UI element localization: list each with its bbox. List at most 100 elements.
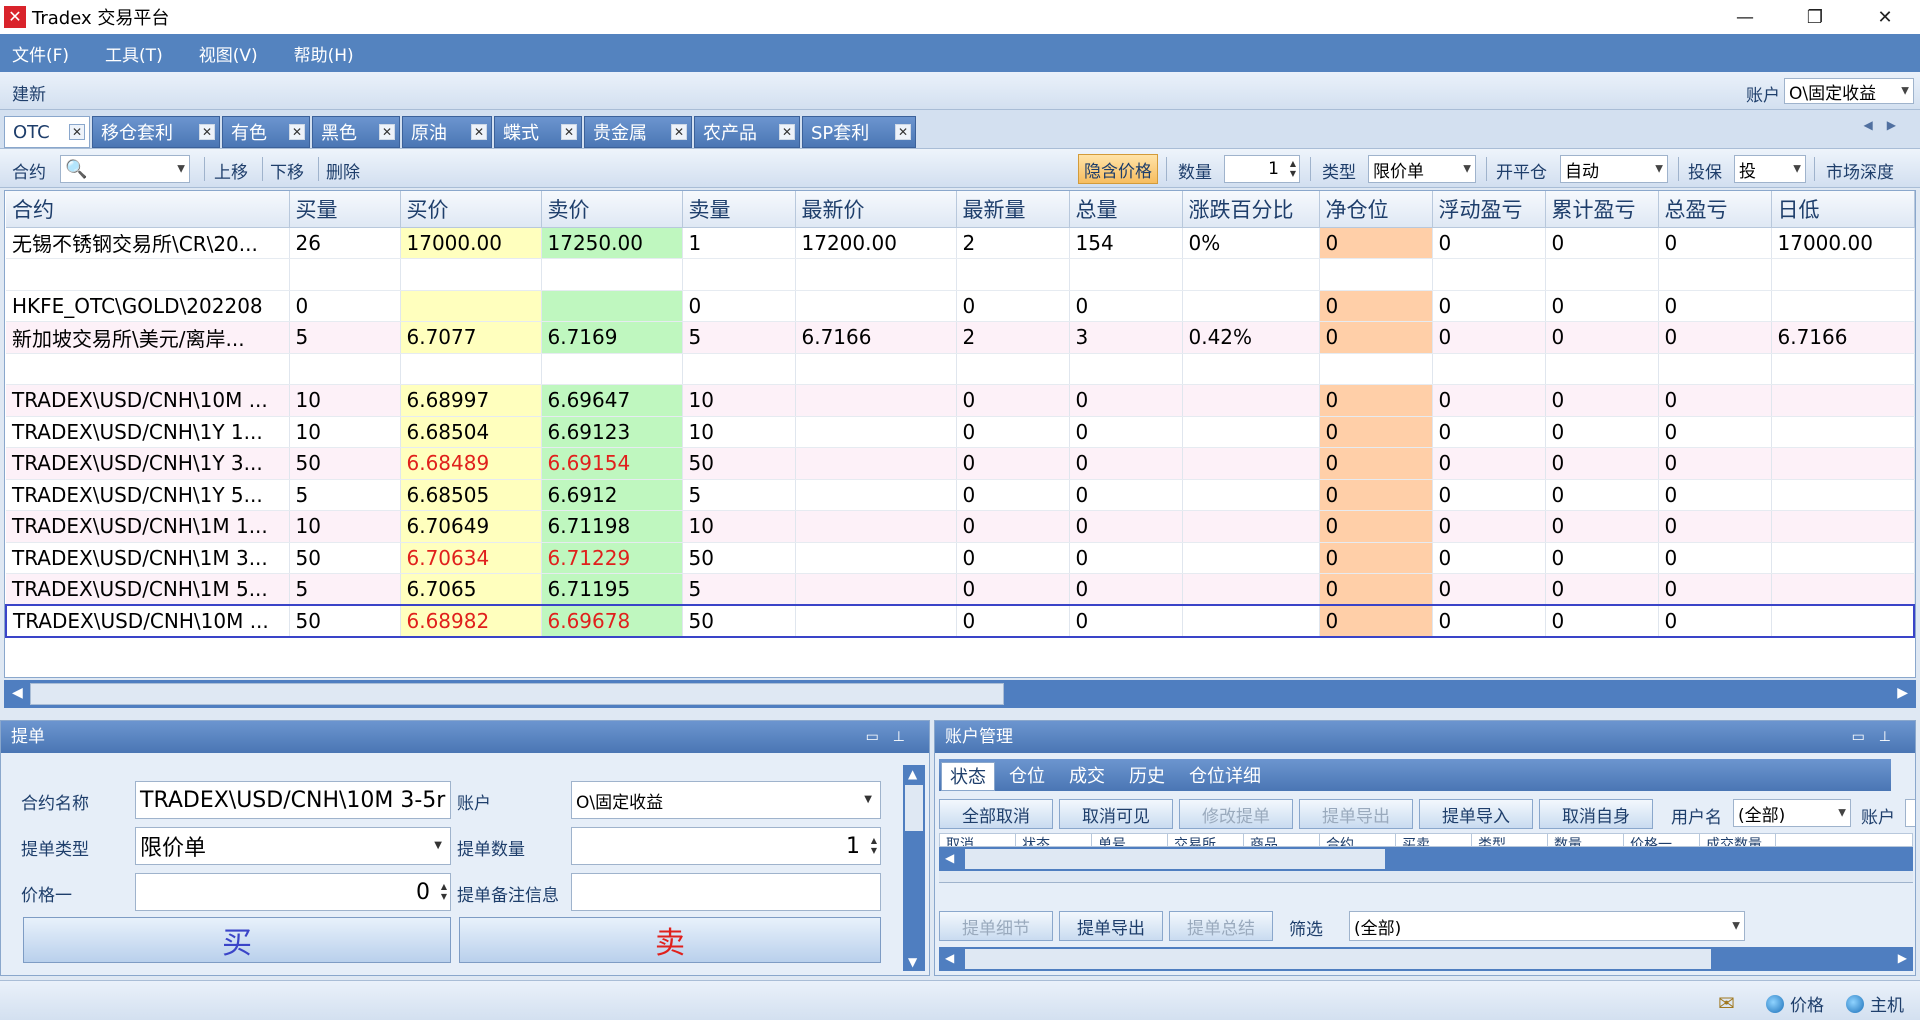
- orders-column-header[interactable]: 合约: [1320, 834, 1396, 846]
- table-row[interactable]: TRADEX\USD/CNH\1Y 5... 5 6.68505 6.6912 5 0 0 0…: [6, 479, 1915, 511]
- table-row[interactable]: TRADEX\USD/CNH\10M ... 50 6.68982 6.69678 50…: [5, 604, 1915, 638]
- column-header[interactable]: 合约: [6, 191, 290, 228]
- tab-roll-arbitrage[interactable]: 移仓套利 ✕: [92, 116, 220, 148]
- grid-horizontal-scrollbar[interactable]: ◀ ▶: [4, 680, 1916, 708]
- orders-column-header[interactable]: 数量: [1548, 834, 1624, 846]
- scrollbar-thumb[interactable]: [965, 949, 1711, 969]
- column-header[interactable]: 累计盈亏: [1545, 191, 1659, 228]
- orders-column-header[interactable]: 状态: [1016, 834, 1092, 846]
- scroll-down-icon[interactable]: ▼: [908, 955, 917, 969]
- column-header[interactable]: 净仓位: [1319, 191, 1433, 228]
- scroll-left-icon[interactable]: ◀: [12, 685, 23, 701]
- scrollbar-thumb[interactable]: [965, 849, 1385, 869]
- order-panel-scrollbar[interactable]: ▲ ▼: [903, 765, 925, 971]
- panel-pin-icon[interactable]: ▭⊥: [1852, 721, 1905, 753]
- close-tab-icon[interactable]: ✕: [471, 124, 487, 140]
- table-row[interactable]: HKFE_OTC\GOLD\202208 0 0 0 0 0 0 0 0: [6, 290, 1915, 322]
- column-header[interactable]: 浮动盈亏: [1432, 191, 1546, 228]
- order-type-field[interactable]: 限价单 ▼: [135, 827, 451, 865]
- orders-column-header[interactable]: 交易所: [1168, 834, 1244, 846]
- panel-pin-icon[interactable]: ▭⊥: [866, 721, 919, 753]
- delete-button[interactable]: 删除: [326, 158, 360, 183]
- tab-butterfly[interactable]: 蝶式 ✕: [494, 116, 582, 148]
- scroll-right-icon[interactable]: ▶: [1897, 685, 1908, 701]
- tab-status[interactable]: 状态: [941, 762, 995, 791]
- menu-tools[interactable]: 工具(T): [99, 41, 169, 66]
- export-orders-button[interactable]: 提单导出: [1299, 799, 1413, 829]
- close-tab-icon[interactable]: ✕: [779, 124, 795, 140]
- scroll-left-icon[interactable]: ◀: [945, 851, 954, 865]
- menu-file[interactable]: 文件(F): [6, 41, 75, 66]
- restore-button[interactable]: ❐: [1780, 0, 1850, 34]
- tab-position-details[interactable]: 仓位详细: [1181, 762, 1269, 791]
- table-row[interactable]: [6, 258, 1915, 291]
- open-close-select[interactable]: 自动 ▼: [1560, 155, 1668, 183]
- cancel-own-button[interactable]: 取消自身: [1539, 799, 1653, 829]
- order-type-select[interactable]: 限价单 ▼: [1368, 155, 1476, 183]
- column-header[interactable]: 总盈亏: [1658, 191, 1772, 228]
- close-tab-icon[interactable]: ✕: [199, 124, 215, 140]
- tab-ferrous[interactable]: 黑色 ✕: [312, 116, 400, 148]
- tab-otc[interactable]: OTC ✕: [4, 116, 90, 148]
- account-filter-select[interactable]: [1905, 799, 1915, 827]
- account-select[interactable]: O\固定收益 ▼: [1784, 78, 1914, 104]
- order-note-field[interactable]: [571, 873, 881, 911]
- orders-column-header[interactable]: 价格一: [1624, 834, 1700, 846]
- orders-column-header[interactable]: 取消: [940, 834, 1016, 846]
- quantity-stepper[interactable]: 1 ▲ ▼: [1224, 155, 1300, 183]
- scroll-up-icon[interactable]: ▲: [908, 767, 917, 781]
- spinner-icon[interactable]: ▲ ▼: [871, 836, 877, 856]
- scroll-left-icon[interactable]: ◀: [945, 951, 954, 965]
- orders-horizontal-scrollbar[interactable]: ◀: [939, 847, 1913, 871]
- close-tab-icon[interactable]: ✕: [289, 124, 305, 140]
- tab-scroll-arrows[interactable]: ◀▶: [1864, 118, 1910, 132]
- filter-select[interactable]: (全部) ▼: [1349, 911, 1745, 941]
- column-header[interactable]: 买价: [400, 191, 542, 228]
- orders-column-header[interactable]: 单号: [1092, 834, 1168, 846]
- column-header[interactable]: 日低: [1771, 191, 1915, 228]
- tab-nonferrous[interactable]: 有色 ✕: [222, 116, 310, 148]
- close-tab-icon[interactable]: ✕: [561, 124, 577, 140]
- orders-column-header[interactable]: 类型: [1472, 834, 1548, 846]
- table-row[interactable]: TRADEX\USD/CNH\1Y 3... 50 6.68489 6.69154 50…: [6, 447, 1915, 480]
- username-select[interactable]: (全部) ▼: [1733, 799, 1851, 827]
- summary-horizontal-scrollbar[interactable]: ◀ ▶: [939, 947, 1913, 971]
- orders-column-header[interactable]: 成交数量: [1700, 834, 1776, 846]
- table-row[interactable]: TRADEX\USD/CNH\1M 1... 10 6.70649 6.71198 10…: [6, 510, 1915, 543]
- minimize-button[interactable]: —: [1710, 0, 1780, 34]
- column-header[interactable]: 买量: [289, 191, 401, 228]
- tab-sp-arbitrage[interactable]: SP套利 ✕: [802, 116, 916, 148]
- orders-column-header[interactable]: 商品: [1244, 834, 1320, 846]
- column-header[interactable]: 最新量: [956, 191, 1070, 228]
- buy-button[interactable]: 买: [23, 917, 451, 963]
- cancel-all-button[interactable]: 全部取消: [939, 799, 1053, 829]
- hedge-select[interactable]: 投 ▼: [1734, 155, 1806, 183]
- sell-button[interactable]: 卖: [459, 917, 881, 963]
- scrollbar-thumb[interactable]: [905, 785, 923, 831]
- column-header[interactable]: 最新价: [795, 191, 957, 228]
- menu-help[interactable]: 帮助(H): [288, 41, 360, 66]
- tab-agriculture[interactable]: 农产品 ✕: [694, 116, 800, 148]
- table-row[interactable]: TRADEX\USD/CNH\10M ... 10 6.68997 6.69647 10…: [6, 384, 1915, 417]
- splitter-grip[interactable]: [939, 871, 1913, 883]
- hide-price-toggle[interactable]: 隐含价格: [1078, 154, 1158, 184]
- orders-column-header[interactable]: 买卖: [1396, 834, 1472, 846]
- order-export-button[interactable]: 提单导出: [1059, 911, 1163, 941]
- close-tab-icon[interactable]: ✕: [895, 124, 911, 140]
- column-header[interactable]: 卖价: [541, 191, 683, 228]
- scrollbar-thumb[interactable]: [30, 683, 1004, 705]
- mail-icon[interactable]: ✉: [1718, 991, 1735, 1015]
- table-row[interactable]: 无锡不锈钢交易所\CR\20... 26 17000.00 17250.00 1 1720…: [6, 227, 1915, 259]
- tab-positions[interactable]: 仓位: [1001, 762, 1053, 791]
- move-down-button[interactable]: 下移: [270, 158, 304, 183]
- tab-crude-oil[interactable]: 原油 ✕: [402, 116, 492, 148]
- column-header[interactable]: 总量: [1069, 191, 1183, 228]
- price-stepper[interactable]: 0 ▲ ▼: [135, 873, 451, 911]
- import-orders-button[interactable]: 提单导入: [1419, 799, 1533, 829]
- market-depth-button[interactable]: 市场深度: [1826, 158, 1894, 183]
- table-row[interactable]: 新加坡交易所\美元/离岸... 5 6.7077 6.7169 5 6.7166 2 3 0.4…: [6, 321, 1915, 354]
- table-row[interactable]: TRADEX\USD/CNH\1Y 1... 10 6.68504 6.69123 10…: [6, 416, 1915, 448]
- order-summary-button[interactable]: 提单总结: [1169, 911, 1273, 941]
- table-row[interactable]: TRADEX\USD/CNH\1M 5... 5 6.7065 6.71195 5 0 0 0…: [6, 573, 1915, 606]
- close-tab-icon[interactable]: ✕: [379, 124, 395, 140]
